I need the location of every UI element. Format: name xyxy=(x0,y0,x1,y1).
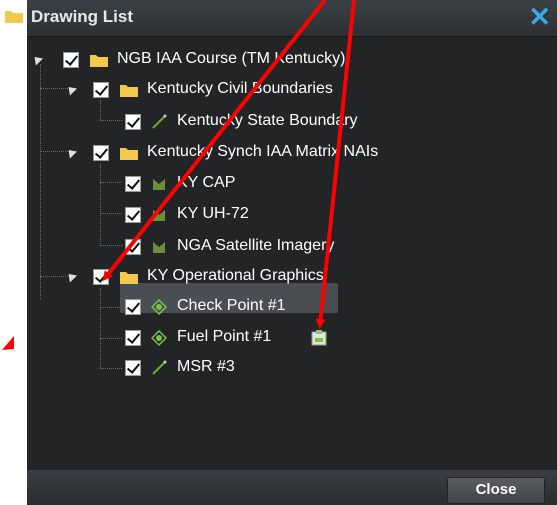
annotation-arrowhead xyxy=(2,336,14,350)
annotation-arrow xyxy=(102,0,327,282)
annotation-arrow xyxy=(315,0,356,329)
annotation-arrows xyxy=(2,0,356,350)
